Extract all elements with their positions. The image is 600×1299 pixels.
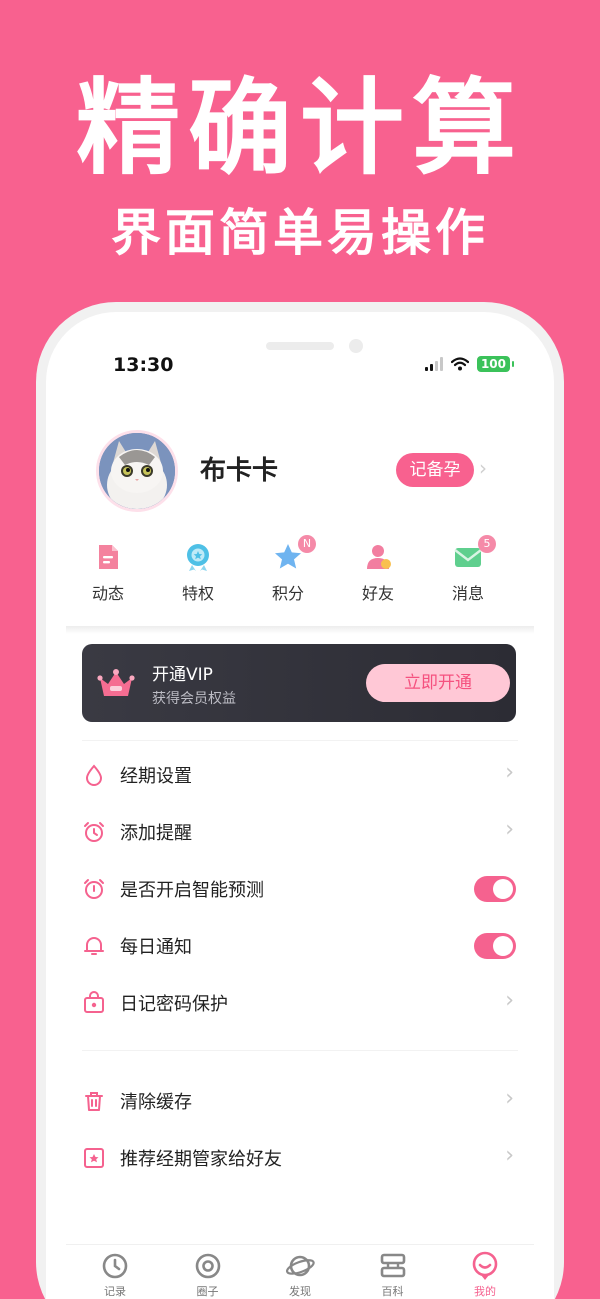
signal-icon	[424, 357, 443, 371]
phone-frame: 13:30 100 布卡卡 记备孕 › 动态 特权 N 积分 好友 5 消息 开…	[36, 302, 564, 1299]
chevron-right-icon: ›	[505, 1086, 514, 1111]
chevron-right-icon: ›	[505, 1143, 514, 1168]
cat-avatar-image	[99, 433, 175, 509]
avatar[interactable]	[96, 430, 178, 512]
chevron-right-icon: ›	[479, 456, 487, 480]
daily-notification-toggle[interactable]	[474, 933, 516, 959]
promo-headline: 精确计算	[75, 67, 524, 189]
menu-row-recommend[interactable]: 推荐经期管家给好友 ›	[82, 1129, 516, 1186]
menu-row-label: 每日通知	[120, 937, 192, 958]
circle-icon	[195, 1253, 220, 1279]
settings-menu: 经期设置 › 添加提醒 › 是否开启智能预测 每日通知 日记密码保护 ›	[82, 746, 516, 1031]
privilege-medal-icon	[187, 544, 209, 571]
bell-icon	[84, 937, 104, 955]
quick-actions: 动态 特权 N 积分 好友 5 消息	[68, 535, 508, 612]
quick-action-moments[interactable]: 动态	[68, 542, 148, 612]
quick-action-label: 特权	[181, 584, 214, 603]
menu-row-label: 是否开启智能预测	[120, 880, 264, 901]
menu-row-smart-prediction: 是否开启智能预测	[82, 860, 516, 917]
quick-action-label: 好友	[361, 584, 394, 603]
menu-row-label: 清除缓存	[120, 1092, 192, 1113]
profile-icon	[472, 1251, 498, 1280]
tab-label: 我的	[474, 1285, 496, 1298]
menu-row-label: 日记密码保护	[120, 994, 228, 1015]
menu-row-label: 经期设置	[120, 766, 192, 787]
tab-discover[interactable]: 发现	[265, 1251, 335, 1299]
friends-icon	[367, 545, 391, 569]
crown-icon	[97, 669, 135, 696]
wifi-icon	[450, 357, 469, 371]
book-icon	[380, 1253, 405, 1278]
quick-action-label: 动态	[91, 584, 124, 603]
promo-subline: 界面简单易操作	[111, 204, 489, 262]
chevron-right-icon: ›	[505, 988, 514, 1013]
tab-records[interactable]: 记录	[80, 1251, 150, 1299]
chevron-right-icon: ›	[505, 760, 514, 785]
menu-row-add-reminder[interactable]: 添加提醒 ›	[82, 803, 516, 860]
vip-banner[interactable]: 开通VIP 获得会员权益 立即开通	[82, 644, 516, 722]
menu-row-label: 推荐经期管家给好友	[120, 1149, 282, 1170]
planet-icon	[285, 1255, 315, 1277]
alarm-clock-icon	[84, 822, 104, 842]
vip-activate-button[interactable]: 立即开通	[366, 664, 510, 702]
tab-label: 百科	[381, 1285, 404, 1298]
divider	[82, 740, 518, 741]
section-shadow	[66, 626, 534, 634]
profile-header: 布卡卡 记备孕 ›	[96, 430, 526, 512]
status-indicators: 100	[424, 356, 515, 372]
menu-row-period-settings[interactable]: 经期设置 ›	[82, 746, 516, 803]
menu-row-daily-notification: 每日通知	[82, 917, 516, 974]
vip-subtitle: 获得会员权益	[152, 691, 236, 707]
trash-icon	[85, 1092, 103, 1111]
tab-label: 发现	[289, 1285, 311, 1298]
tab-label: 记录	[104, 1285, 126, 1298]
quick-action-label: 消息	[451, 584, 484, 603]
status-time: 13:30	[113, 354, 174, 376]
username: 布卡卡	[200, 456, 279, 486]
message-count-badge: 5	[478, 535, 496, 553]
tab-mine[interactable]: 我的	[450, 1251, 520, 1299]
drop-icon	[85, 764, 103, 786]
tab-encyclopedia[interactable]: 百科	[358, 1251, 428, 1299]
vip-title: 开通VIP	[152, 665, 213, 685]
chevron-right-icon: ›	[505, 817, 514, 842]
menu-row-label: 添加提醒	[120, 823, 192, 844]
alert-clock-icon	[84, 879, 104, 899]
battery-indicator: 100	[476, 356, 515, 372]
pregnant-mode-button[interactable]: 记备孕	[396, 453, 474, 487]
phone-screen: 13:30 100 布卡卡 记备孕 › 动态 特权 N 积分 好友 5 消息 开…	[46, 312, 554, 1299]
smart-prediction-toggle[interactable]	[474, 876, 516, 902]
lock-box-icon	[84, 991, 104, 1013]
share-card-icon	[84, 1148, 104, 1168]
tab-circle[interactable]: 圈子	[173, 1251, 243, 1299]
history-icon	[102, 1253, 128, 1279]
quick-action-friends[interactable]: 好友	[338, 542, 418, 612]
quick-action-messages[interactable]: 5 消息	[428, 535, 508, 612]
quick-action-points[interactable]: N 积分	[248, 535, 328, 612]
utility-menu: 清除缓存 › 推荐经期管家给好友 ›	[82, 1072, 516, 1186]
quick-action-privilege[interactable]: 特权	[158, 542, 238, 612]
speaker-grille	[266, 342, 334, 350]
new-badge: N	[298, 535, 316, 553]
divider	[82, 1050, 518, 1051]
document-icon	[99, 545, 118, 569]
menu-row-clear-cache[interactable]: 清除缓存 ›	[82, 1072, 516, 1129]
front-camera	[349, 339, 363, 353]
menu-row-diary-password[interactable]: 日记密码保护 ›	[82, 974, 516, 1031]
tab-label: 圈子	[196, 1285, 219, 1298]
bottom-tab-bar: 记录 圈子 发现 百科 我的	[66, 1244, 534, 1299]
quick-action-label: 积分	[271, 584, 304, 603]
